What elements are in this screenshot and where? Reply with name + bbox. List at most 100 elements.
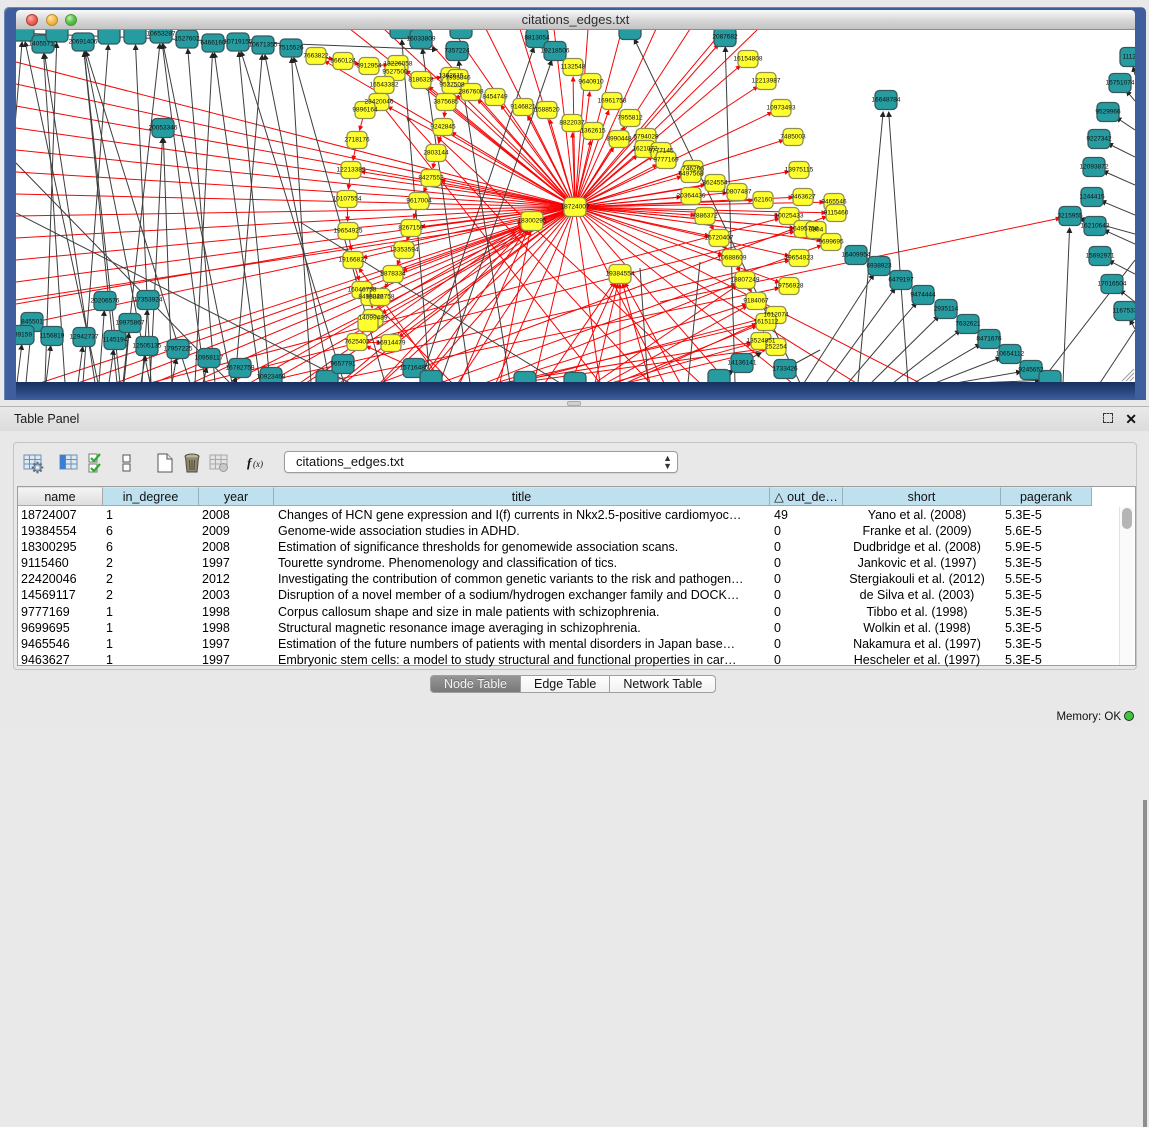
svg-text:252254: 252254 bbox=[765, 344, 787, 351]
svg-text:9657791: 9657791 bbox=[330, 361, 356, 368]
svg-text:10671355: 10671355 bbox=[249, 42, 278, 49]
svg-text:17353924: 17353924 bbox=[134, 297, 163, 304]
svg-text:7625402: 7625402 bbox=[344, 339, 370, 346]
svg-text:23420046: 23420046 bbox=[365, 99, 394, 106]
svg-text:2935114: 2935114 bbox=[934, 306, 959, 313]
svg-text:16210643: 16210643 bbox=[1081, 223, 1110, 230]
svg-text:16154808: 16154808 bbox=[734, 56, 763, 63]
svg-text:8813054: 8813054 bbox=[524, 35, 550, 42]
svg-text:9640910: 9640910 bbox=[578, 79, 604, 86]
svg-text:8454749: 8454749 bbox=[482, 94, 508, 101]
svg-text:7357224: 7357224 bbox=[444, 48, 470, 55]
svg-text:9245652: 9245652 bbox=[1018, 367, 1044, 374]
svg-text:19218506: 19218506 bbox=[541, 48, 570, 55]
svg-text:14099489: 14099489 bbox=[359, 315, 388, 322]
svg-text:6794028: 6794028 bbox=[633, 134, 659, 141]
svg-text:9896164: 9896164 bbox=[352, 107, 378, 114]
svg-text:13353594: 13353594 bbox=[390, 247, 419, 254]
svg-text:7663822: 7663822 bbox=[303, 53, 329, 60]
svg-text:1362615: 1362615 bbox=[580, 128, 606, 135]
svg-text:8267150: 8267150 bbox=[398, 225, 424, 232]
svg-text:7632621: 7632621 bbox=[955, 321, 981, 328]
svg-text:1588520: 1588520 bbox=[534, 107, 560, 114]
svg-text:14136141: 14136141 bbox=[728, 360, 757, 367]
svg-text:3624554: 3624554 bbox=[702, 180, 728, 187]
svg-text:9617004: 9617004 bbox=[406, 198, 432, 205]
svg-text:19166827: 19166827 bbox=[339, 257, 368, 264]
svg-text:20691406: 20691406 bbox=[69, 39, 98, 46]
svg-text:2867608: 2867608 bbox=[458, 89, 484, 96]
svg-text:15751074: 15751074 bbox=[1106, 80, 1135, 87]
svg-text:9115460: 9115460 bbox=[824, 210, 849, 217]
svg-text:19654923: 19654923 bbox=[785, 255, 814, 262]
svg-text:16033809: 16033809 bbox=[407, 36, 436, 43]
svg-text:2087682: 2087682 bbox=[712, 34, 738, 41]
svg-text:15720407: 15720407 bbox=[705, 235, 734, 242]
svg-text:16543382: 16543382 bbox=[370, 82, 399, 89]
svg-text:16914479: 16914479 bbox=[377, 340, 406, 347]
svg-text:9777145: 9777145 bbox=[648, 148, 674, 155]
svg-text:12213987: 12213987 bbox=[752, 78, 781, 85]
svg-text:9529966: 9529966 bbox=[1095, 109, 1121, 116]
svg-text:1156819: 1156819 bbox=[40, 333, 65, 340]
svg-text:18300295: 18300295 bbox=[518, 218, 547, 225]
svg-text:10654112: 10654112 bbox=[996, 351, 1025, 358]
svg-text:9527500: 9527500 bbox=[382, 69, 408, 76]
svg-text:12505135: 12505135 bbox=[133, 343, 162, 350]
svg-text:1132548: 1132548 bbox=[561, 64, 586, 71]
svg-text:7955846: 7955846 bbox=[445, 75, 471, 82]
svg-text:1733426: 1733426 bbox=[772, 366, 798, 373]
svg-text:10653287: 10653287 bbox=[147, 31, 176, 38]
svg-text:9463627: 9463627 bbox=[790, 194, 816, 201]
svg-text:7955812: 7955812 bbox=[617, 115, 643, 122]
svg-text:9227342: 9227342 bbox=[1086, 136, 1112, 143]
svg-text:8660124: 8660124 bbox=[330, 58, 356, 65]
svg-text:13226058: 13226058 bbox=[384, 61, 413, 68]
svg-text:9146821: 9146821 bbox=[510, 104, 536, 111]
svg-text:10923468: 10923468 bbox=[257, 374, 286, 381]
svg-text:7515526: 7515526 bbox=[278, 45, 304, 52]
svg-text:13975115: 13975115 bbox=[785, 167, 814, 174]
svg-text:10973493: 10973493 bbox=[767, 105, 796, 112]
svg-text:9699695: 9699695 bbox=[818, 239, 844, 246]
svg-text:8427552: 8427552 bbox=[418, 175, 444, 182]
svg-text:9184067: 9184067 bbox=[743, 298, 769, 305]
svg-text:16648784: 16648784 bbox=[872, 97, 901, 104]
svg-text:1615112: 1615112 bbox=[754, 319, 779, 326]
svg-text:7485003: 7485003 bbox=[780, 134, 806, 141]
svg-text:19975867: 19975867 bbox=[116, 320, 145, 327]
svg-text:16782759: 16782759 bbox=[226, 365, 255, 372]
svg-text:7886372: 7886372 bbox=[692, 213, 718, 220]
svg-text:1527602: 1527602 bbox=[174, 36, 200, 43]
svg-text:19654925: 19654925 bbox=[334, 228, 363, 235]
svg-text:(x): (x) bbox=[253, 459, 263, 469]
svg-text:19756928: 19756928 bbox=[775, 283, 804, 290]
svg-text:19384554: 19384554 bbox=[606, 271, 635, 278]
svg-text:9777169: 9777169 bbox=[653, 157, 679, 164]
svg-text:845501: 845501 bbox=[21, 319, 43, 326]
svg-text:8912954: 8912954 bbox=[356, 63, 382, 70]
svg-text:8471676: 8471676 bbox=[976, 336, 1002, 343]
svg-text:1167533: 1167533 bbox=[1113, 308, 1135, 315]
svg-text:15692971: 15692971 bbox=[1086, 253, 1115, 260]
svg-text:20206576: 20206576 bbox=[91, 298, 120, 305]
svg-text:9465546: 9465546 bbox=[821, 199, 847, 206]
svg-text:8878334: 8878334 bbox=[380, 271, 406, 278]
svg-text:62160: 62160 bbox=[754, 197, 772, 204]
svg-text:11125: 11125 bbox=[1122, 54, 1135, 61]
svg-text:16409954: 16409954 bbox=[842, 252, 871, 259]
svg-text:6938923: 6938923 bbox=[866, 263, 892, 270]
svg-text:20364436: 20364436 bbox=[677, 193, 706, 200]
svg-text:39159: 39159 bbox=[16, 332, 32, 339]
svg-text:3215955: 3215955 bbox=[1057, 213, 1083, 220]
svg-text:18724007: 18724007 bbox=[561, 204, 590, 211]
svg-text:12213389: 12213389 bbox=[337, 167, 366, 174]
svg-text:9242845: 9242845 bbox=[430, 124, 456, 131]
svg-text:16046758: 16046758 bbox=[366, 294, 395, 301]
svg-text:10958117: 10958117 bbox=[195, 355, 224, 362]
svg-text:12942737: 12942737 bbox=[70, 334, 99, 341]
svg-text:10025433: 10025433 bbox=[775, 213, 804, 220]
svg-text:8186328: 8186328 bbox=[408, 77, 434, 84]
svg-text:6466160: 6466160 bbox=[200, 40, 226, 47]
svg-text:1244415: 1244415 bbox=[1079, 194, 1105, 201]
